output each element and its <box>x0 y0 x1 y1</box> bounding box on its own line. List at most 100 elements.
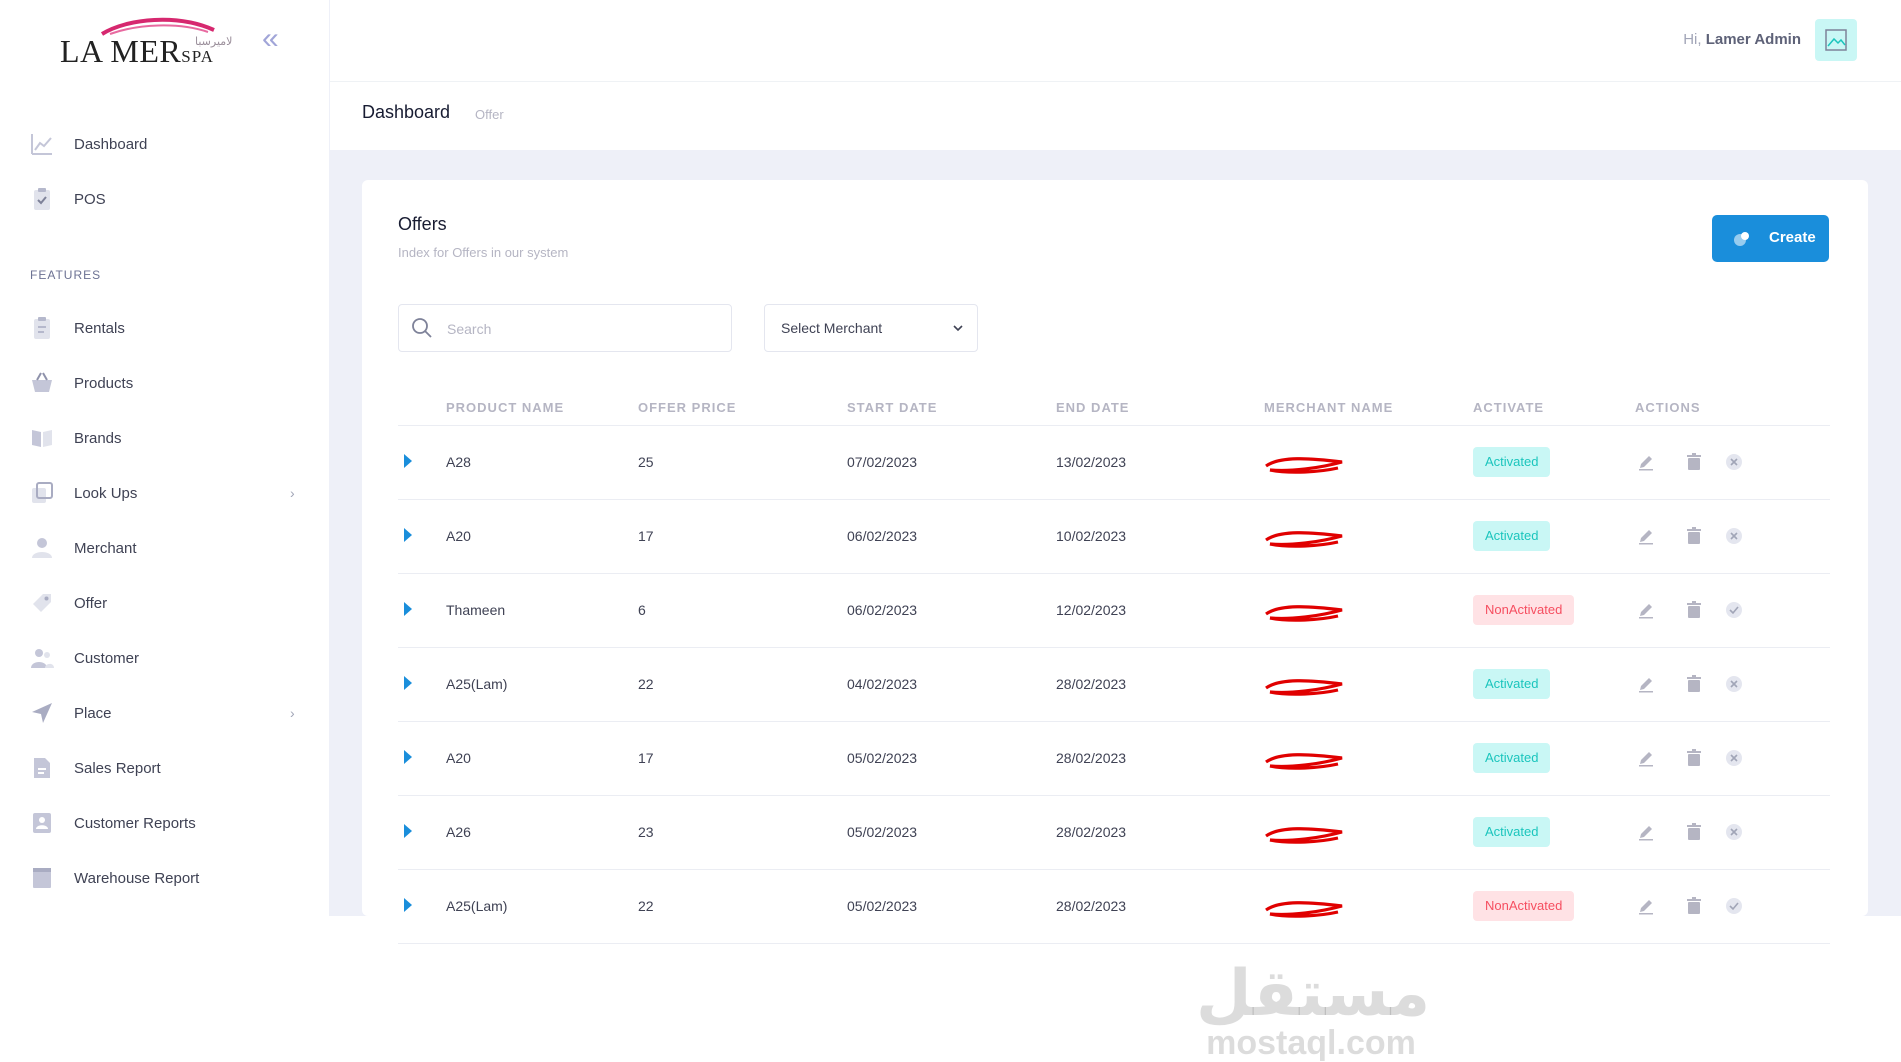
column-header-offer-price[interactable]: OFFER PRICE <box>638 400 736 415</box>
cell-start-date: 07/02/2023 <box>847 454 918 470</box>
delete-icon[interactable] <box>1683 895 1705 917</box>
deactivate-icon[interactable] <box>1723 451 1745 473</box>
brand-logo[interactable]: LA MERSPA لاميرسبا <box>58 16 238 76</box>
edit-icon[interactable] <box>1635 525 1657 547</box>
expand-row-icon[interactable] <box>404 454 412 468</box>
status-badge: Activated <box>1473 669 1551 699</box>
collapse-sidebar-icon[interactable]: « <box>262 24 290 54</box>
edit-icon[interactable] <box>1635 673 1657 695</box>
column-header-activate[interactable]: ACTIVATE <box>1473 400 1544 415</box>
column-header-end-date[interactable]: END DATE <box>1056 400 1129 415</box>
sidebar-item-label: Products <box>74 374 134 392</box>
status-badge: Activated <box>1473 817 1551 847</box>
delete-icon[interactable] <box>1683 525 1705 547</box>
delete-icon[interactable] <box>1683 599 1705 621</box>
cell-end-date: 28/02/2023 <box>1056 898 1127 914</box>
deactivate-icon[interactable] <box>1723 747 1745 769</box>
cell-offer-price: 6 <box>638 602 646 618</box>
search-input[interactable] <box>447 317 717 341</box>
edit-icon[interactable] <box>1635 451 1657 473</box>
cell-end-date: 28/02/2023 <box>1056 676 1127 692</box>
layers-icon <box>30 481 54 505</box>
cell-end-date: 12/02/2023 <box>1056 602 1127 618</box>
cell-start-date: 05/02/2023 <box>847 824 918 840</box>
create-button-label: Create <box>1769 229 1816 246</box>
expand-row-icon[interactable] <box>404 824 412 838</box>
column-header-merchant-name[interactable]: MERCHANT NAME <box>1264 400 1393 415</box>
edit-icon[interactable] <box>1635 599 1657 621</box>
expand-row-icon[interactable] <box>404 898 412 912</box>
table-row[interactable]: A28 25 07/02/2023 13/02/2023 Activated <box>398 426 1830 500</box>
clipboard-icon <box>30 316 54 340</box>
sidebar-item-products[interactable]: Products <box>0 363 330 403</box>
deactivate-icon[interactable] <box>1723 525 1745 547</box>
broken-image-icon <box>1825 29 1847 51</box>
avatar[interactable] <box>1815 19 1857 61</box>
column-header-product-name[interactable]: PRODUCT NAME <box>446 400 564 415</box>
table-row[interactable]: A25(Lam) 22 04/02/2023 28/02/2023 Activated <box>398 648 1830 722</box>
table-row[interactable]: A26 23 05/02/2023 28/02/2023 Activated <box>398 796 1830 870</box>
watermark: مستقل mostaql.com <box>1196 960 1430 1062</box>
sidebar-item-label: Look Ups <box>74 484 138 502</box>
merchant-select[interactable]: Select Merchant <box>764 304 978 352</box>
table-row[interactable]: A20 17 06/02/2023 10/02/2023 Activated <box>398 500 1830 574</box>
status-badge: NonActivated <box>1473 891 1575 921</box>
deactivate-icon[interactable] <box>1723 821 1745 843</box>
edit-icon[interactable] <box>1635 895 1657 917</box>
offers-card: Offers Index for Offers in our system Cr… <box>362 180 1868 1060</box>
sidebar-item-rentals[interactable]: Rentals <box>0 308 330 348</box>
sidebar-item-sales-report[interactable]: Sales Report <box>0 748 330 788</box>
cell-offer-price: 23 <box>638 824 654 840</box>
delete-icon[interactable] <box>1683 747 1705 769</box>
sidebar-item-place[interactable]: Place › <box>0 693 330 733</box>
delete-icon[interactable] <box>1683 451 1705 473</box>
sidebar-item-customer[interactable]: Customer <box>0 638 330 678</box>
table-row[interactable]: A25(Lam) 22 05/02/2023 28/02/2023 NonActivat… <box>398 870 1830 944</box>
subheader: Dashboard Offer <box>330 82 1901 150</box>
sidebar-item-merchant[interactable]: Merchant <box>0 528 330 568</box>
table-header: PRODUCT NAME OFFER PRICE START DATE END … <box>398 392 1830 426</box>
sidebar-item-offer[interactable]: Offer <box>0 583 330 623</box>
table-row[interactable]: A20 17 05/02/2023 28/02/2023 Activated <box>398 722 1830 796</box>
cell-product-name: A25(Lam) <box>446 898 508 914</box>
activate-icon[interactable] <box>1723 599 1745 621</box>
sidebar-item-dashboard[interactable]: Dashboard <box>0 124 330 164</box>
basket-icon <box>30 371 54 395</box>
cell-end-date: 28/02/2023 <box>1056 750 1127 766</box>
table-row[interactable]: Thameen 6 06/02/2023 12/02/2023 NonActivated <box>398 574 1830 648</box>
expand-row-icon[interactable] <box>404 602 412 616</box>
cell-offer-price: 17 <box>638 750 654 766</box>
cell-start-date: 04/02/2023 <box>847 676 918 692</box>
sidebar-item-brands[interactable]: Brands <box>0 418 330 458</box>
delete-icon[interactable] <box>1683 673 1705 695</box>
deactivate-icon[interactable] <box>1723 673 1745 695</box>
edit-icon[interactable] <box>1635 821 1657 843</box>
sidebar-item-warehouse-report[interactable]: Warehouse Report <box>0 858 330 898</box>
clipboard-check-icon <box>30 187 54 211</box>
search-box[interactable] <box>398 304 732 352</box>
brand-arabic: لاميرسبا <box>195 36 233 48</box>
brand-name: LA MERSPA <box>60 33 214 69</box>
sidebar-item-customer-reports[interactable]: Customer Reports <box>0 803 330 843</box>
watermark-latin: mostaql.com <box>1206 1024 1416 1062</box>
user-greeting[interactable]: Hi, Lamer Admin <box>1683 31 1801 48</box>
redacted-merchant-name <box>1265 457 1343 474</box>
expand-row-icon[interactable] <box>404 676 412 690</box>
create-button[interactable]: Create <box>1712 215 1829 262</box>
card-description: Index for Offers in our system <box>398 245 569 260</box>
activate-icon[interactable] <box>1723 895 1745 917</box>
delete-icon[interactable] <box>1683 821 1705 843</box>
cell-product-name: A26 <box>446 824 471 840</box>
page-title[interactable]: Dashboard <box>362 102 450 123</box>
sidebar-item-label: Warehouse Report <box>74 869 200 887</box>
expand-row-icon[interactable] <box>404 750 412 764</box>
sidebar-item-pos[interactable]: POS <box>0 179 330 219</box>
column-header-start-date[interactable]: START DATE <box>847 400 937 415</box>
cell-end-date: 28/02/2023 <box>1056 824 1127 840</box>
expand-row-icon[interactable] <box>404 528 412 542</box>
sidebar-item-look-ups[interactable]: Look Ups › <box>0 473 330 513</box>
redacted-merchant-name <box>1265 679 1343 696</box>
edit-icon[interactable] <box>1635 747 1657 769</box>
user-icon <box>30 536 54 560</box>
sidebar-item-label: Rentals <box>74 319 125 337</box>
